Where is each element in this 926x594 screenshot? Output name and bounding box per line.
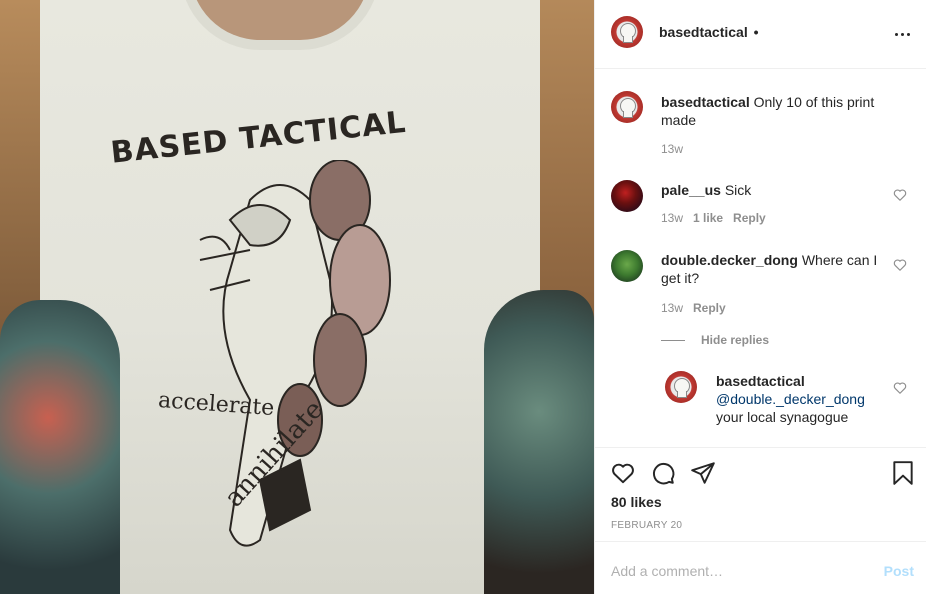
avatar[interactable]: [665, 371, 697, 403]
header-username-text[interactable]: basedtactical: [659, 24, 748, 40]
post-side-panel: basedtactical • basedtactical Only 10 of…: [594, 0, 926, 594]
reply-body: basedtactical @double._decker_dong your …: [716, 372, 886, 426]
hide-replies-label[interactable]: Hide replies: [701, 333, 769, 347]
comment-body: double.decker_dong Where can I get it?: [661, 251, 881, 287]
comment-meta: 13w 1 like Reply: [661, 211, 766, 225]
avatar[interactable]: [611, 250, 643, 282]
reply-button[interactable]: Reply: [693, 301, 726, 315]
header-separator: •: [753, 24, 759, 40]
hide-replies-button[interactable]: Hide replies: [661, 333, 769, 347]
more-options-icon[interactable]: [890, 22, 914, 46]
avatar[interactable]: [611, 16, 643, 48]
post-header: basedtactical •: [595, 0, 926, 69]
reply-mention[interactable]: @double._decker_dong: [716, 391, 865, 407]
reply-username[interactable]: basedtactical: [716, 373, 805, 389]
add-comment-bar: Add a comment… Post: [595, 541, 926, 594]
comment-time[interactable]: 13w: [661, 301, 683, 315]
reply-text: your local synagogue: [716, 409, 849, 425]
post-date[interactable]: FEBRUARY 20: [611, 520, 682, 531]
comment-text: Sick: [724, 182, 752, 198]
like-reply-heart-icon[interactable]: [893, 381, 907, 395]
photo-tattoo-arm-right: [484, 290, 594, 594]
post-photo[interactable]: BASED TACTICAL accelerate annihilate: [0, 0, 594, 594]
comments-list: basedtactical Only 10 of this print made…: [595, 70, 926, 447]
caption-time[interactable]: 13w: [661, 142, 683, 156]
caption-body: basedtactical Only 10 of this print made: [661, 93, 881, 129]
like-heart-icon[interactable]: [610, 460, 636, 486]
post-comment-button[interactable]: Post: [884, 563, 914, 579]
comment-time[interactable]: 13w: [661, 211, 683, 225]
like-comment-heart-icon[interactable]: [893, 188, 907, 202]
comment-username[interactable]: pale__us: [661, 182, 721, 198]
comment-username[interactable]: double.decker_dong: [661, 252, 798, 268]
comment-likes[interactable]: 1 like: [693, 211, 723, 225]
share-paper-plane-icon[interactable]: [690, 460, 716, 486]
comment-body: pale__us Sick: [661, 181, 881, 199]
caption-username[interactable]: basedtactical: [661, 94, 750, 110]
likes-count[interactable]: 80 likes: [611, 494, 662, 510]
reply-button[interactable]: Reply: [733, 211, 766, 225]
avatar[interactable]: [611, 91, 643, 123]
comment-meta: 13w Reply: [661, 301, 726, 315]
header-username[interactable]: basedtactical •: [659, 24, 759, 40]
photo-tattoo-arm-left: [0, 300, 120, 594]
post-actions: 80 likes FEBRUARY 20: [595, 447, 926, 541]
hide-replies-line: [661, 339, 685, 341]
shirt-print-artwork: [199, 160, 391, 547]
comment-bubble-icon[interactable]: [650, 460, 676, 486]
avatar[interactable]: [611, 180, 643, 212]
like-comment-heart-icon[interactable]: [893, 258, 907, 272]
comment-input[interactable]: Add a comment…: [611, 563, 723, 579]
save-bookmark-icon[interactable]: [890, 460, 916, 486]
